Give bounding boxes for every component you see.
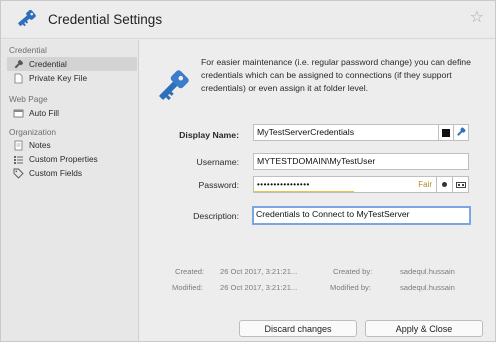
username-field[interactable]: MYTESTDOMAIN\MyTestUser <box>253 153 469 170</box>
credential-settings-window: Credential Settings ☆ Credential Credent… <box>0 0 496 342</box>
password-strength-bar <box>254 191 355 192</box>
created-label: Created: <box>175 267 205 276</box>
sidebar-section-credential: Credential <box>9 45 47 55</box>
discard-changes-button[interactable]: Discard changes <box>239 320 357 337</box>
password-field[interactable]: •••••••••••••••• Fair <box>253 176 437 193</box>
title-bar: Credential Settings ☆ <box>1 1 495 39</box>
document-icon <box>13 73 24 84</box>
key-icon <box>13 59 24 70</box>
modified-by-value: sadequl.hussain <box>400 283 455 292</box>
password-label: Password: <box>198 180 239 190</box>
display-name-label: Display Name: <box>179 130 239 140</box>
list-icon <box>13 154 24 165</box>
sidebar-item-label: Custom Fields <box>29 168 83 178</box>
sidebar-item-label: Notes <box>29 140 51 150</box>
modified-value: 26 Oct 2017, 3:21:21... <box>220 283 298 292</box>
sidebar-item-label: Custom Properties <box>29 154 98 164</box>
color-swatch <box>442 128 450 137</box>
sidebar-item-label: Private Key File <box>29 73 88 83</box>
password-dots-icon <box>455 181 466 188</box>
key-icon <box>456 126 466 139</box>
sidebar-item-credential[interactable]: Credential <box>7 57 137 71</box>
description-label: Description: <box>193 211 239 221</box>
sidebar-item-label: Credential <box>29 59 67 69</box>
info-text: For easier maintenance (i.e. regular pas… <box>201 57 471 93</box>
favorite-star-icon[interactable]: ☆ <box>470 10 484 26</box>
created-value: 26 Oct 2017, 3:21:21... <box>220 267 298 276</box>
sidebar-section-organization: Organization <box>9 127 57 137</box>
sidebar-item-custom-properties[interactable]: Custom Properties <box>7 152 137 166</box>
icon-picker-button[interactable] <box>453 124 469 141</box>
modified-by-label: Modified by: <box>330 283 371 292</box>
apply-and-close-button[interactable]: Apply & Close <box>365 320 483 337</box>
key-icon <box>14 8 38 30</box>
sidebar-item-notes[interactable]: Notes <box>7 138 137 152</box>
tag-icon <box>13 168 24 179</box>
credential-key-icon <box>152 65 194 107</box>
password-strength-label: Fair <box>418 180 432 189</box>
window-title: Credential Settings <box>48 12 163 27</box>
notes-icon <box>13 140 24 151</box>
description-field[interactable]: Credentials to Connect to MyTestServer <box>252 206 471 225</box>
sidebar-item-auto-fill[interactable]: Auto Fill <box>7 106 137 120</box>
sidebar-item-private-key-file[interactable]: Private Key File <box>7 71 137 85</box>
web-autofill-icon <box>13 108 24 119</box>
dot-icon <box>442 182 447 187</box>
page-background-strip <box>0 342 496 351</box>
password-generator-button[interactable] <box>452 176 469 193</box>
sidebar-item-custom-fields[interactable]: Custom Fields <box>7 166 137 180</box>
password-value: •••••••••••••••• <box>257 180 310 189</box>
main-panel: For easier maintenance (i.e. regular pas… <box>140 40 495 341</box>
password-options-button[interactable] <box>436 176 453 193</box>
created-by-label: Created by: <box>333 267 373 276</box>
color-picker-button[interactable] <box>438 124 454 141</box>
created-by-value: sadequl.hussain <box>400 267 455 276</box>
display-name-field[interactable]: MyTestServerCredentials <box>253 124 439 141</box>
modified-label: Modified: <box>172 283 203 292</box>
sidebar-item-label: Auto Fill <box>29 108 59 118</box>
username-label: Username: <box>196 157 240 167</box>
sidebar: Credential Credential Private Key File W… <box>1 40 139 341</box>
sidebar-section-web-page: Web Page <box>9 94 48 104</box>
